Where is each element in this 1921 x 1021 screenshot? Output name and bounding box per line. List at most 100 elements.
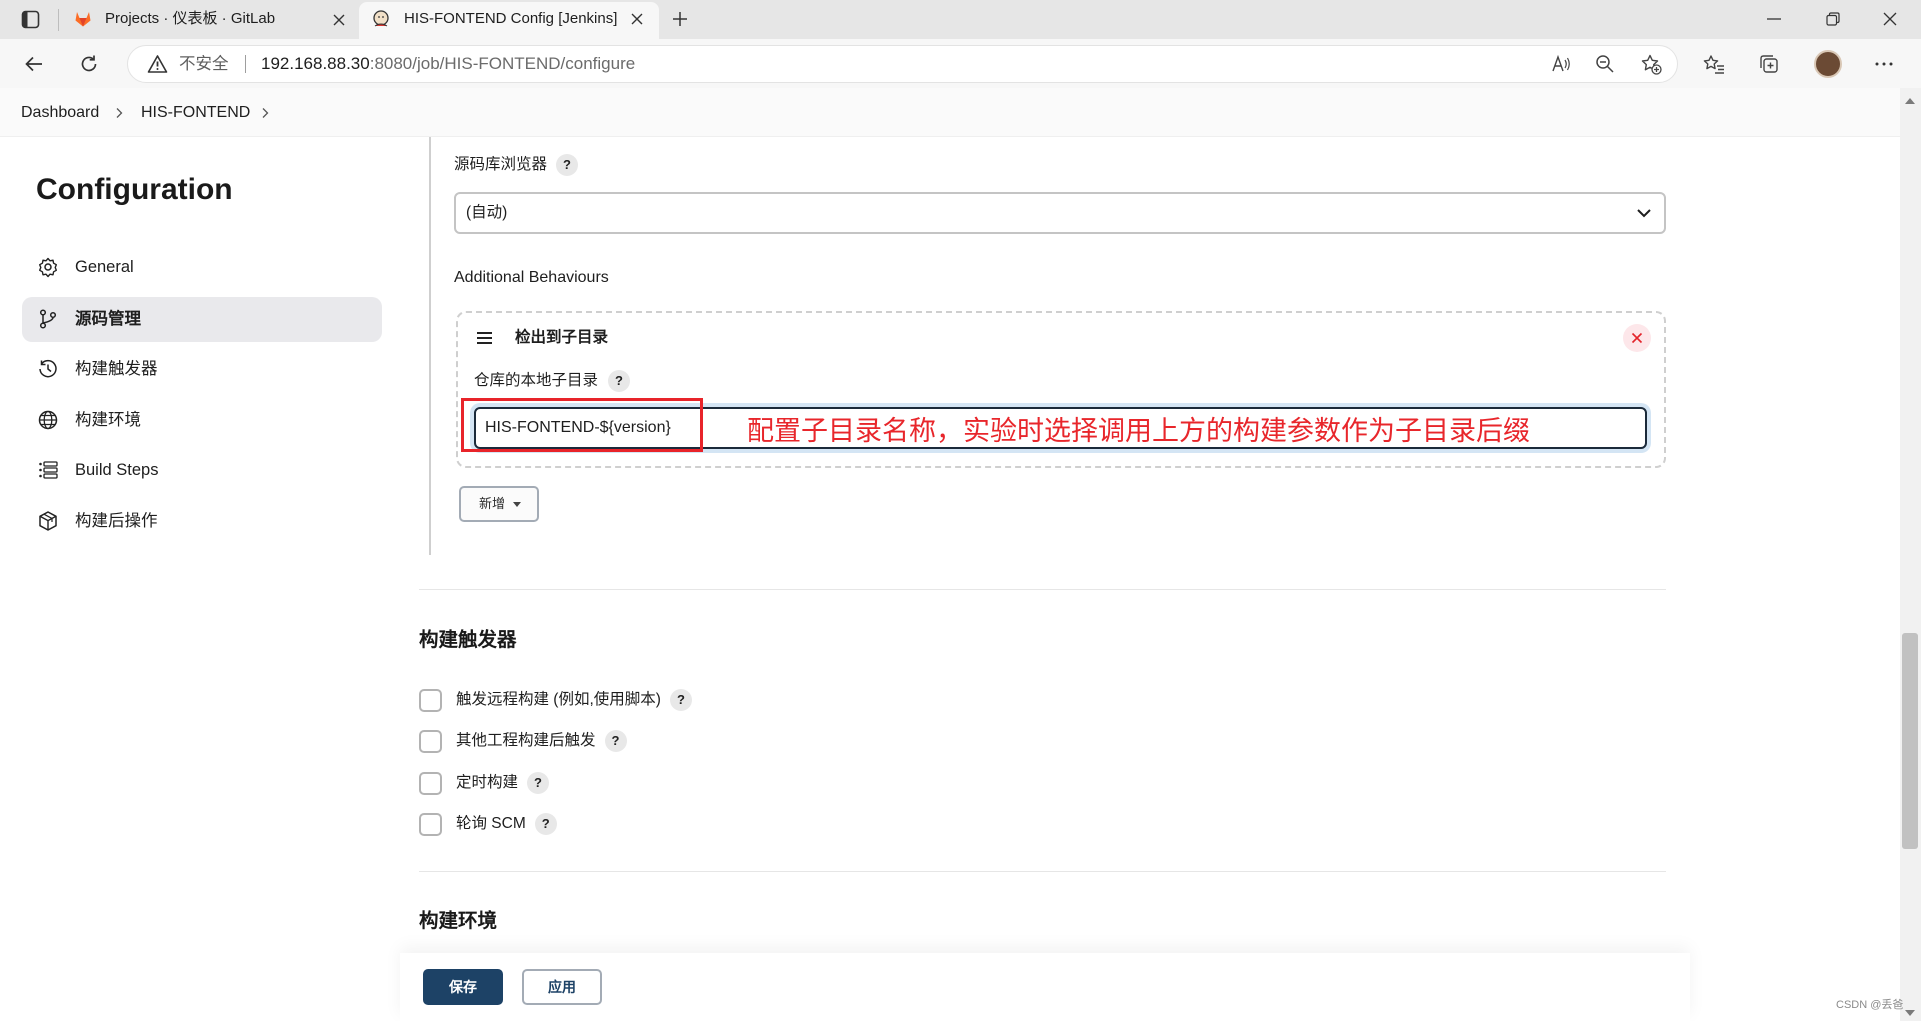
additional-behaviours-label: Additional Behaviours: [454, 269, 609, 286]
add-behaviour-button[interactable]: 新增: [459, 486, 539, 522]
browser-tab-strip: Projects · 仪表板 · GitLab HIS-FONTEND Conf…: [0, 0, 1921, 39]
sidebar-item-build-steps[interactable]: Build Steps: [22, 448, 382, 493]
section-divider: [419, 871, 1666, 872]
sidebar-item-triggers[interactable]: 构建触发器: [22, 347, 382, 392]
security-label[interactable]: 不安全: [179, 46, 229, 82]
tab-actions-icon[interactable]: [21, 10, 40, 29]
help-icon[interactable]: ?: [527, 772, 550, 794]
trigger-poll-scm-checkbox[interactable]: [419, 812, 442, 836]
behaviour-title: 检出到子目录: [515, 329, 609, 346]
close-tab-icon[interactable]: [332, 13, 346, 27]
close-tab-icon[interactable]: [630, 12, 644, 26]
help-icon[interactable]: ?: [669, 689, 692, 711]
trigger-option-remote: 触发远程构建 (例如,使用脚本) ?: [419, 688, 692, 712]
new-tab-icon[interactable]: [672, 11, 688, 27]
triggers-heading: 构建触发器: [419, 629, 517, 651]
sidebar-item-label: General: [75, 258, 134, 276]
environment-heading: 构建环境: [419, 910, 498, 932]
tab-gitlab[interactable]: Projects · 仪表板 · GitLab: [67, 2, 355, 39]
warning-icon[interactable]: [147, 54, 168, 74]
sidebar-item-general[interactable]: General: [22, 245, 382, 290]
collections-icon[interactable]: [1758, 53, 1780, 75]
tab-title: HIS-FONTEND Config [Jenkins]: [404, 10, 618, 27]
breadcrumb-dashboard[interactable]: Dashboard: [21, 88, 99, 137]
browser-toolbar: 不安全 192.168.88.30:8080/job/HIS-FONTEND/c…: [0, 39, 1921, 88]
address-bar[interactable]: 不安全 192.168.88.30:8080/job/HIS-FONTEND/c…: [127, 45, 1678, 83]
sidebar-item-label: 构建触发器: [75, 360, 158, 378]
trigger-option-poll-scm: 轮询 SCM ?: [419, 812, 557, 836]
jenkins-icon: [371, 9, 391, 29]
remove-behaviour-button[interactable]: [1623, 324, 1651, 352]
add-button-label: 新增: [479, 496, 506, 511]
breadcrumb: Dashboard HIS-FONTEND: [0, 88, 1900, 137]
scroll-up-icon[interactable]: [1905, 97, 1915, 104]
help-icon[interactable]: ?: [608, 370, 630, 392]
chevron-right-icon[interactable]: [114, 107, 124, 119]
cube-icon: [37, 510, 59, 532]
repo-browser-select[interactable]: (自动): [454, 192, 1666, 234]
breadcrumb-job[interactable]: HIS-FONTEND: [141, 88, 250, 137]
apply-button[interactable]: 应用: [522, 969, 602, 1005]
sidebar-item-label: 源码管理: [75, 310, 141, 328]
tab-divider: [58, 9, 59, 31]
sidebar-item-scm[interactable]: 源码管理: [22, 297, 382, 342]
list-icon: [37, 459, 59, 481]
repo-browser-value: (自动): [466, 204, 508, 221]
sidebar-item-label: 构建后操作: [75, 512, 158, 530]
scrollbar-thumb[interactable]: [1902, 633, 1918, 849]
url-host: 192.168.88.30: [261, 54, 370, 73]
watermark: CSDN @丢爸: [1836, 999, 1904, 1011]
sidebar-item-environment[interactable]: 构建环境: [22, 398, 382, 443]
help-icon[interactable]: ?: [604, 730, 627, 752]
help-icon[interactable]: ?: [556, 154, 578, 176]
url-path: :8080/job/HIS-FONTEND/configure: [369, 54, 636, 73]
local-subdir-label: 仓库的本地子目录: [474, 372, 599, 389]
sidebar-item-post-build[interactable]: 构建后操作: [22, 499, 382, 544]
trigger-remote-checkbox[interactable]: [419, 688, 442, 712]
trigger-upstream-checkbox[interactable]: [419, 729, 442, 753]
back-arrow-icon[interactable]: [23, 53, 45, 75]
minimize-icon[interactable]: [1766, 12, 1782, 26]
help-icon[interactable]: ?: [534, 813, 557, 835]
page-scrollbar[interactable]: [1900, 88, 1921, 1021]
close-icon: [1631, 332, 1643, 344]
restore-icon[interactable]: [1826, 12, 1840, 26]
section-left-border: [429, 137, 431, 555]
annotation-highlight-box: [461, 398, 703, 452]
refresh-icon[interactable]: [78, 53, 100, 75]
trigger-upstream-label[interactable]: 其他工程构建后触发: [456, 731, 596, 751]
zoom-out-icon[interactable]: [1594, 53, 1616, 75]
chevron-right-icon[interactable]: [260, 107, 270, 119]
clock-icon: [37, 358, 59, 380]
repo-browser-label: 源码库浏览器: [454, 156, 548, 173]
section-divider: [419, 589, 1666, 590]
tab-jenkins-config[interactable]: HIS-FONTEND Config [Jenkins]: [359, 2, 659, 39]
save-button[interactable]: 保存: [423, 969, 503, 1005]
tab-title: Projects · 仪表板 · GitLab: [105, 10, 276, 27]
scroll-down-icon[interactable]: [1905, 1010, 1915, 1017]
add-favorite-icon[interactable]: [1640, 53, 1662, 75]
git-branch-icon: [37, 308, 59, 330]
trigger-remote-label[interactable]: 触发远程构建 (例如,使用脚本): [456, 690, 661, 710]
globe-icon: [37, 409, 59, 431]
gitlab-icon: [74, 10, 92, 28]
caret-down-icon: [513, 502, 521, 507]
annotation-text: 配置子目录名称，实验时选择调用上方的构建参数作为子目录后缀: [747, 416, 1530, 446]
trigger-option-timer: 定时构建 ?: [419, 771, 550, 795]
read-aloud-icon[interactable]: [1550, 53, 1572, 75]
trigger-timer-checkbox[interactable]: [419, 771, 442, 795]
trigger-poll-scm-label[interactable]: 轮询 SCM: [456, 814, 526, 834]
sidebar-item-label: Build Steps: [75, 461, 159, 479]
profile-avatar[interactable]: [1814, 50, 1842, 78]
trigger-timer-label[interactable]: 定时构建: [456, 773, 518, 793]
favorites-icon[interactable]: [1703, 53, 1725, 75]
url-text[interactable]: 192.168.88.30:8080/job/HIS-FONTEND/confi…: [261, 46, 635, 82]
more-icon[interactable]: [1873, 53, 1895, 75]
gear-icon: [37, 256, 59, 278]
page-title: Configuration: [36, 173, 233, 206]
sidebar-item-label: 构建环境: [75, 411, 141, 429]
address-separator: [245, 55, 246, 73]
close-window-icon[interactable]: [1883, 12, 1897, 26]
chevron-down-icon: [1636, 206, 1652, 220]
drag-handle-icon[interactable]: [476, 331, 493, 345]
